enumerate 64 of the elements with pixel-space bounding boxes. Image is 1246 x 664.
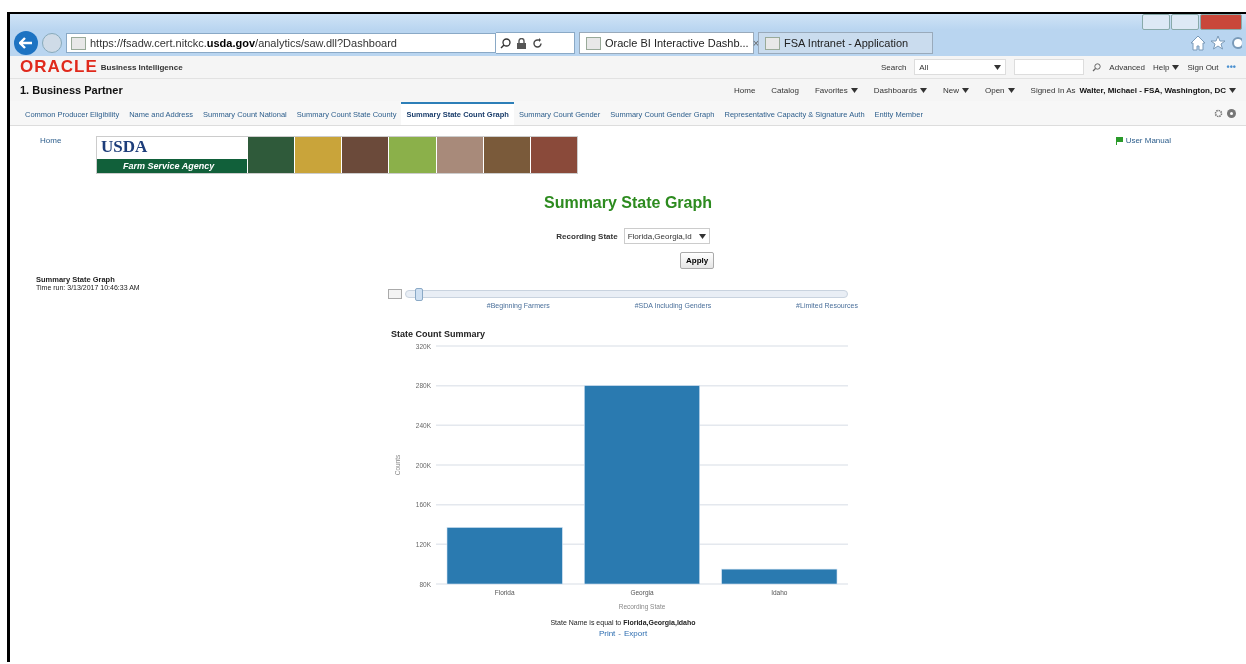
caret-icon <box>919 87 927 93</box>
photo-placeholder <box>482 137 530 173</box>
browser-tab[interactable]: FSA Intranet - Application <box>758 32 933 54</box>
photo-placeholder <box>529 137 577 173</box>
prompt-label: Recording State <box>556 231 618 241</box>
refresh-icon[interactable] <box>532 37 543 49</box>
photo-placeholder <box>388 137 436 173</box>
address-field[interactable]: https://fsadw.cert.nitckc.usda.gov/analytics/saw.dll?Dashboard <box>66 33 496 53</box>
nav-link[interactable]: Sign Out <box>1187 62 1219 72</box>
play-button[interactable] <box>388 289 402 299</box>
nav-link[interactable]: Favorites <box>814 85 858 95</box>
apply-button[interactable]: Apply <box>680 252 715 269</box>
back-button[interactable] <box>14 31 38 55</box>
settings-icon[interactable] <box>1214 108 1223 118</box>
left-arrow-icon <box>19 37 33 49</box>
photo-placeholder <box>341 137 389 173</box>
caret-icon <box>698 233 706 239</box>
close-icon[interactable]: × <box>752 37 760 49</box>
agency-name: Farm Service Agency <box>97 159 247 173</box>
nav-link[interactable]: Help <box>1152 62 1180 72</box>
star-icon[interactable] <box>1210 35 1226 51</box>
nav-link[interactable]: Advanced <box>1109 62 1145 72</box>
print-link[interactable]: Print <box>598 629 616 638</box>
home-link[interactable]: Home <box>40 136 96 145</box>
link-separator: - <box>618 629 621 638</box>
caret-icon <box>850 87 858 93</box>
home-icon[interactable] <box>1190 35 1206 51</box>
user-menu[interactable]: Walter, Michael - FSA, Washington, DC <box>1079 85 1236 95</box>
help-icon[interactable] <box>1227 108 1236 118</box>
minimize-button[interactable] <box>1142 14 1170 30</box>
search-icon[interactable] <box>500 37 511 49</box>
signed-in-label: Signed In As <box>1030 85 1076 95</box>
caret-icon <box>1172 64 1180 70</box>
forward-button[interactable] <box>42 33 62 53</box>
search-field[interactable] <box>1014 59 1085 75</box>
dashboard-title: 1. Business Partner <box>20 84 123 96</box>
page-title: Summary State Graph <box>542 194 714 212</box>
nav-link[interactable]: Home <box>734 85 756 95</box>
caret-icon <box>961 87 969 93</box>
chart-title: State Count Summary <box>390 329 487 339</box>
slider-thumb[interactable] <box>414 288 423 301</box>
close-button[interactable] <box>1200 14 1242 30</box>
agency-logo-text: USDA <box>100 137 149 157</box>
search-label: Search <box>881 62 907 72</box>
oracle-logo: ORACLE <box>20 57 98 77</box>
caret-icon <box>1229 87 1236 93</box>
settings-icon[interactable] <box>1230 35 1242 51</box>
photo-placeholder <box>294 137 342 173</box>
caret-icon <box>994 64 1002 70</box>
search-scope-dropdown[interactable]: All <box>914 59 1007 75</box>
state-dropdown[interactable]: Florida,Georgia,Id <box>623 228 710 244</box>
product-name: Business Intelligence <box>100 62 183 72</box>
lock-icon <box>517 37 526 49</box>
nav-link[interactable]: Open <box>984 85 1015 95</box>
caret-icon <box>1007 87 1015 93</box>
nav-link[interactable]: Catalog <box>771 85 799 95</box>
flag-icon <box>1115 136 1123 145</box>
nav-link[interactable]: Dashboards <box>873 85 927 95</box>
user-manual-link[interactable]: User Manual <box>1125 136 1171 145</box>
photo-placeholder <box>435 137 483 173</box>
maximize-button[interactable] <box>1171 14 1199 30</box>
export-link[interactable]: Export <box>624 629 648 638</box>
slider-track[interactable] <box>405 290 848 298</box>
nav-link[interactable]: New <box>942 85 969 95</box>
